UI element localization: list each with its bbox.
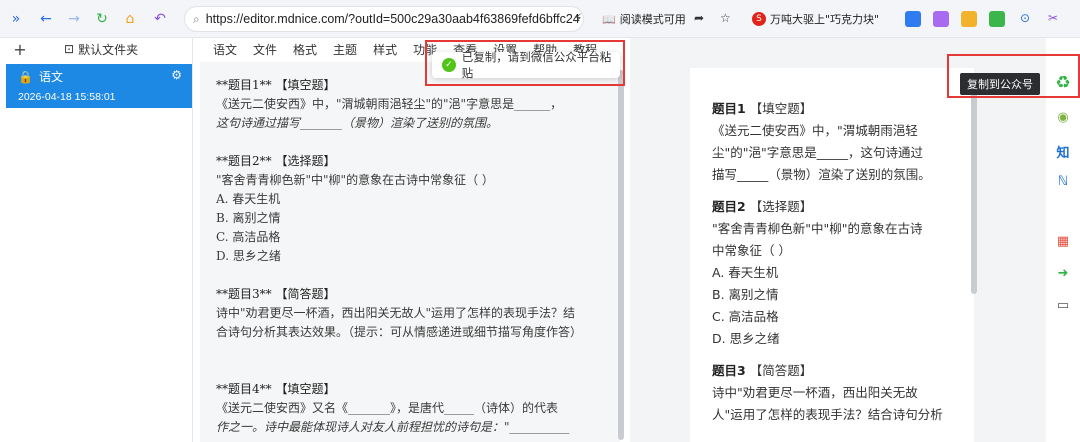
- editor-line: D. 思乡之绪: [216, 249, 281, 263]
- editor-line: C. 高洁品格: [216, 230, 281, 244]
- search-icon: ⌕: [193, 11, 200, 26]
- preview-line: B. 离别之情: [712, 287, 779, 302]
- sidebar-toggle-icon[interactable]: »: [6, 9, 26, 29]
- editor-line: B. 离别之情: [216, 211, 281, 225]
- highlight-box-toast: [425, 40, 625, 86]
- browser-toolbar: » ← → ↻ ⌂ ↶ ⌕ https://editor.mdnice.com/…: [0, 0, 1080, 38]
- download-icon[interactable]: ⊙: [1020, 11, 1030, 25]
- gear-icon[interactable]: ⚙: [171, 68, 182, 82]
- share-icon[interactable]: ➦: [694, 11, 704, 25]
- sidebar-item-date: 2026-04-18 15:58:01: [18, 91, 116, 103]
- news-text: 万吨大驱上"巧克力块": [770, 13, 880, 26]
- preview-line: C. 高洁品格: [712, 309, 779, 324]
- star-icon[interactable]: ☆: [720, 11, 731, 25]
- zhihu-robot-icon[interactable]: ◉: [1052, 106, 1074, 128]
- editor-line: 作之一。诗中最能体现诗人对友人前程担忧的诗句是："__________: [216, 420, 570, 434]
- juejin-icon[interactable]: ℕ: [1052, 170, 1074, 192]
- preview-heading: 题目3: [712, 363, 746, 378]
- preview-line: 尘"的"浥"字意思是_____，这句诗通过: [712, 145, 923, 160]
- editor-line: **题目3** 【简答题】: [216, 287, 336, 301]
- share-arrow-icon[interactable]: ➜: [1052, 262, 1074, 284]
- preview-line: 中常象征（ ）: [712, 243, 791, 258]
- preview-type: 【填空题】: [749, 101, 813, 116]
- pen-extension-icon[interactable]: [933, 11, 949, 27]
- monitor-icon[interactable]: ▭: [1052, 294, 1074, 316]
- address-bar[interactable]: ⌕ https://editor.mdnice.com/?outId=500c2…: [184, 6, 584, 32]
- news-ticker[interactable]: S 万吨大驱上"巧克力块": [752, 11, 879, 27]
- editor-line: "客舍青青柳色新"中"柳"的意象在古诗中常象征（ ）: [216, 173, 494, 187]
- preview-type: 【选择题】: [749, 199, 813, 214]
- sidebar-item-title: 语文: [38, 70, 63, 84]
- preview-line: 人"运用了怎样的表现手法？结合诗句分析: [712, 407, 943, 422]
- menu-item-file[interactable]: 文件: [253, 41, 277, 58]
- preview-line: 《送元二使安西》中，"渭城朝雨浥轻: [712, 123, 918, 138]
- reader-mode-label: 阅读模式可用: [619, 13, 686, 26]
- folder-icon: ⊡: [64, 42, 75, 56]
- highlight-box-tooltip: [947, 54, 1080, 98]
- editor-line: A. 春天生机: [216, 192, 281, 206]
- home-icon[interactable]: ⌂: [120, 9, 140, 29]
- editor-line: 这句诗通过描写_______（景物）渲染了送别的氛围。: [216, 116, 499, 130]
- editor-line: **题目4** 【填空题】: [216, 382, 336, 396]
- puzzle-extension-icon[interactable]: [989, 11, 1005, 27]
- back-icon[interactable]: ←: [36, 9, 56, 29]
- reload-icon[interactable]: ↻: [92, 9, 112, 29]
- file-sidebar: + ⊡ 默认文件夹 🔒 语文 ⚙ 2026-04-18 15:58:01: [0, 38, 193, 442]
- preview-page: 题目1 【填空题】 《送元二使安西》中，"渭城朝雨浥轻 尘"的"浥"字意思是__…: [690, 68, 974, 442]
- news-logo-icon: S: [752, 12, 766, 26]
- add-file-icon[interactable]: +: [0, 40, 40, 59]
- scissors-icon[interactable]: ✂: [1048, 11, 1058, 25]
- editor-scrollbar[interactable]: [618, 70, 624, 440]
- forward-icon[interactable]: →: [64, 9, 84, 29]
- editor-line: 《送元二使安西》中，"渭城朝雨浥轻尘"的"浥"字意思是______，: [216, 97, 563, 111]
- app-window: » ← → ↻ ⌂ ↶ ⌕ https://editor.mdnice.com/…: [0, 0, 1080, 442]
- editor-line: 合诗句分析其表达效果。（提示：可从情感递进或细节描写角度作答）: [216, 325, 583, 339]
- undo-icon[interactable]: ↶: [150, 9, 170, 29]
- preview-heading: 题目2: [712, 199, 746, 214]
- menu-item-format[interactable]: 格式: [293, 41, 317, 58]
- new-folder-label: 默认文件夹: [78, 42, 139, 57]
- sidebar-header: + ⊡ 默认文件夹: [0, 38, 192, 60]
- preview-scrollbar[interactable]: [971, 74, 977, 294]
- menu-item-theme[interactable]: 主题: [333, 41, 357, 58]
- preview-line: 诗中"劝君更尽一杯酒，西出阳关无故: [712, 385, 918, 400]
- preview-line: 描写_____（景物）渲染了送别的氛围。: [712, 167, 931, 182]
- editor-line: 诗中"劝君更尽一杯酒，西出阳关无故人"运用了怎样的表现手法？结: [216, 306, 576, 320]
- book-icon: 📖: [602, 12, 616, 26]
- preview-line: D. 思乡之绪: [712, 331, 780, 346]
- translate-extension-icon[interactable]: [905, 11, 921, 27]
- preview-heading: 题目1: [712, 101, 746, 116]
- menu-item-style[interactable]: 样式: [373, 41, 397, 58]
- new-folder-button[interactable]: ⊡ 默认文件夹: [64, 41, 138, 58]
- lightning-icon[interactable]: ⚡: [574, 11, 582, 25]
- preview-line: "客舍青青柳色新"中"柳"的意象在古诗: [712, 221, 923, 236]
- sidebar-item-active[interactable]: 🔒 语文 ⚙ 2026-04-18 15:58:01: [6, 64, 192, 108]
- reader-mode-button[interactable]: 📖 阅读模式可用: [602, 11, 686, 27]
- lock-icon: 🔒: [18, 69, 33, 84]
- preview-type: 【简答题】: [749, 363, 813, 378]
- markdown-editor[interactable]: **题目1** 【填空题】 《送元二使安西》中，"渭城朝雨浥轻尘"的"浥"字意思…: [200, 62, 620, 442]
- folder-extension-icon[interactable]: [961, 11, 977, 27]
- url-text: https://editor.mdnice.com/?outId=500c29a…: [205, 12, 580, 26]
- menu-item-doc[interactable]: 语文: [213, 41, 237, 58]
- grid-apps-icon[interactable]: ▦: [1052, 230, 1074, 252]
- editor-line: **题目2** 【选择题】: [216, 154, 336, 168]
- editor-line: 《送元二使安西》又名《_______》，是唐代_____（诗体）的代表: [216, 401, 559, 415]
- zhihu-icon[interactable]: 知: [1052, 140, 1074, 162]
- preview-line: A. 春天生机: [712, 265, 779, 280]
